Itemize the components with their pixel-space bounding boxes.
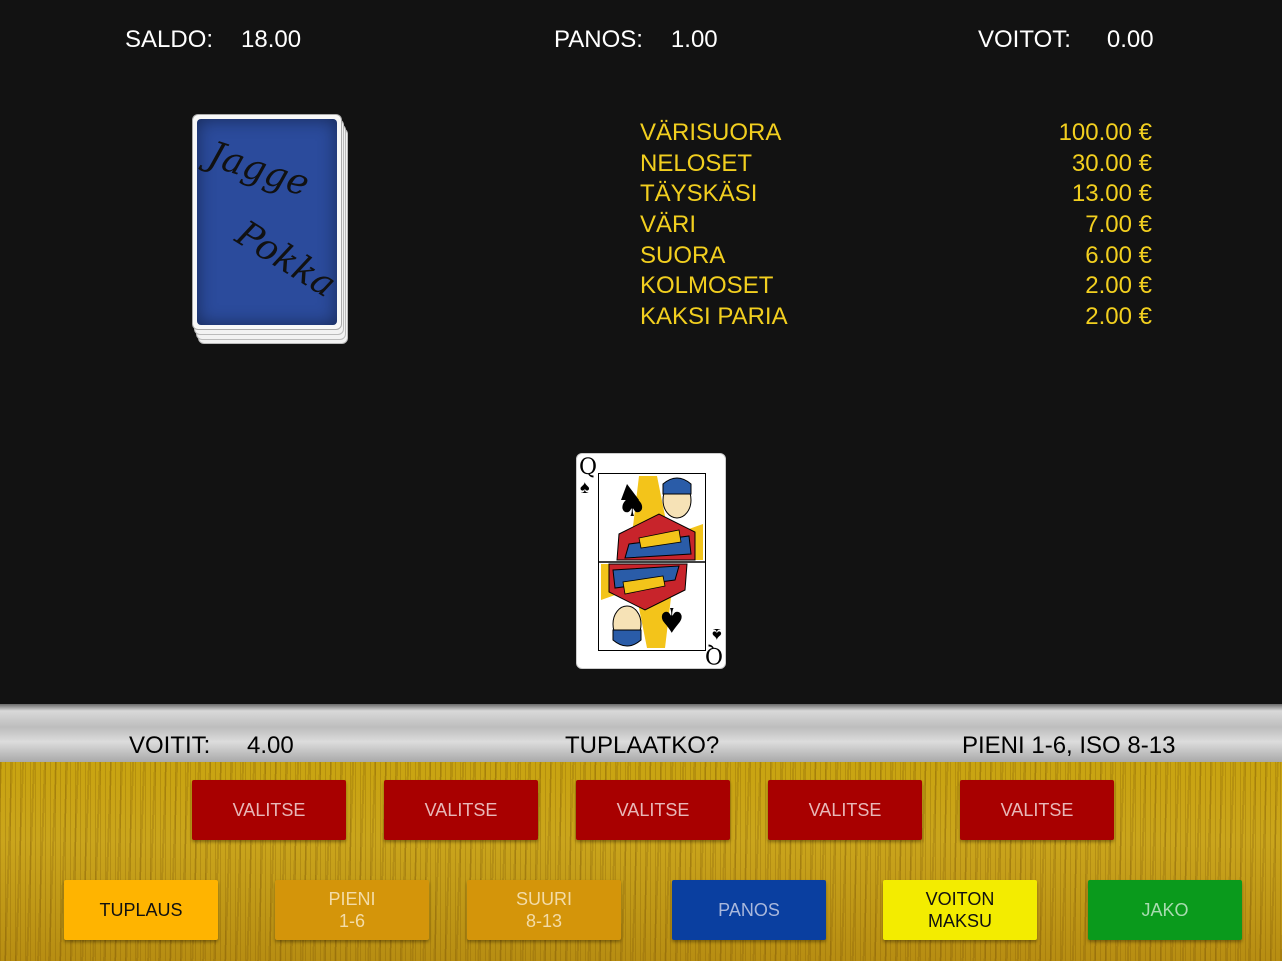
paytable-row: VÄRI 7.00 € xyxy=(640,210,1152,241)
hand-name: VÄRI xyxy=(640,211,697,239)
winnings-value: 0.00 xyxy=(1106,26,1154,53)
winnings-label: VOITOT: xyxy=(978,26,1071,53)
hand-payout: 6.00 € xyxy=(1085,241,1152,269)
big-button-label: SUURI xyxy=(515,889,572,909)
bet-value: 1.00 xyxy=(670,26,718,53)
paytable-row: TÄYSKÄSI 13.00 € xyxy=(640,179,1152,210)
hand-name: KOLMOSET xyxy=(640,272,774,300)
svg-text:♠: ♠ xyxy=(617,485,647,525)
double-button[interactable]: TUPLAUS xyxy=(64,880,218,940)
select-card-4-button[interactable]: VALITSE xyxy=(768,780,922,840)
card-back-script-2: Pokka xyxy=(228,213,344,306)
small-button-label: PIENI xyxy=(328,889,376,909)
double-prompt: TUPLAATKO? xyxy=(565,732,720,759)
paytable-row: KOLMOSET 2.00 € xyxy=(640,271,1152,302)
hand-name: TÄYSKÄSI xyxy=(640,180,758,208)
spade-icon: ♠ xyxy=(580,477,590,497)
card-rank-top: Q xyxy=(579,455,598,480)
select-card-1-button[interactable]: VALITSE xyxy=(192,780,346,840)
hand-payout: 13.00 € xyxy=(1071,180,1152,208)
hand-payout: 2.00 € xyxy=(1085,272,1152,300)
paytable-row: SUORA 6.00 € xyxy=(640,241,1152,272)
status-bar: VOITIT: 4.00 TUPLAATKO? PIENI 1-6, ISO 8… xyxy=(0,704,1282,762)
select-card-3-button[interactable]: VALITSE xyxy=(576,780,730,840)
hand-payout: 2.00 € xyxy=(1085,303,1152,331)
paytable-row: VÄRISUORA 100.00 € xyxy=(640,118,1152,149)
bet-stat: PANOS: 1.00 xyxy=(554,26,718,54)
round-win-label: VOITIT: xyxy=(129,732,211,759)
hand-name: SUORA xyxy=(640,241,726,269)
balance-label: SALDO: xyxy=(125,26,214,53)
hand-payout: 7.00 € xyxy=(1085,211,1152,239)
svg-text:♠: ♠ xyxy=(657,599,687,639)
balance-value: 18.00 xyxy=(241,26,302,53)
deck-card-back: Jagge Pokka xyxy=(192,114,343,330)
queen-portrait-icon: ♠ ♠ xyxy=(599,474,705,650)
hand-name: VÄRISUORA xyxy=(640,119,782,146)
queen-face-art: ♠ ♠ xyxy=(598,473,706,651)
small-button[interactable]: PIENI 1-6 xyxy=(275,880,429,940)
double-hint: PIENI 1-6, ISO 8-13 xyxy=(962,732,1176,759)
bet-button[interactable]: PANOS xyxy=(672,880,826,940)
hand-name: KAKSI PARIA xyxy=(640,303,788,331)
queen-of-spades-card: Q ♠ ♠ ♠ ♠ Q xyxy=(576,453,726,669)
card-deck: Jagge Pokka xyxy=(192,114,348,346)
collect-win-line2: MAKSU xyxy=(927,911,992,931)
card-rank-bottom: Q xyxy=(704,642,723,667)
small-button-range: 1-6 xyxy=(338,911,365,931)
bet-label: PANOS: xyxy=(554,26,643,53)
big-button-range: 8-13 xyxy=(525,911,563,931)
winnings-stat: VOITOT: 0.00 xyxy=(978,26,1154,54)
card-back-design: Jagge Pokka xyxy=(197,119,343,325)
paytable-row: NELOSET 30.00 € xyxy=(640,149,1152,180)
select-card-2-button[interactable]: VALITSE xyxy=(384,780,538,840)
paytable-row: KAKSI PARIA 2.00 € xyxy=(640,302,1152,333)
deal-button[interactable]: JAKO xyxy=(1088,880,1242,940)
top-stats-bar: SALDO: 18.00 PANOS: 1.00 VOITOT: 0.00 xyxy=(0,22,1282,62)
round-win-value: 4.00 xyxy=(247,732,294,759)
select-card-5-button[interactable]: VALITSE xyxy=(960,780,1114,840)
collect-win-line1: VOITON xyxy=(925,889,995,909)
hand-payout: 30.00 € xyxy=(1071,149,1152,177)
card-back-script-1: Jagge xyxy=(203,134,315,205)
hand-payout: 100.00 € xyxy=(1058,119,1152,146)
paytable: VÄRISUORA 100.00 € NELOSET 30.00 € TÄYSKÄS… xyxy=(640,118,1152,333)
big-button[interactable]: SUURI 8-13 xyxy=(467,880,621,940)
collect-win-button[interactable]: VOITON MAKSU xyxy=(883,880,1037,940)
hand-name: NELOSET xyxy=(640,149,753,177)
balance-stat: SALDO: 18.00 xyxy=(125,26,301,54)
